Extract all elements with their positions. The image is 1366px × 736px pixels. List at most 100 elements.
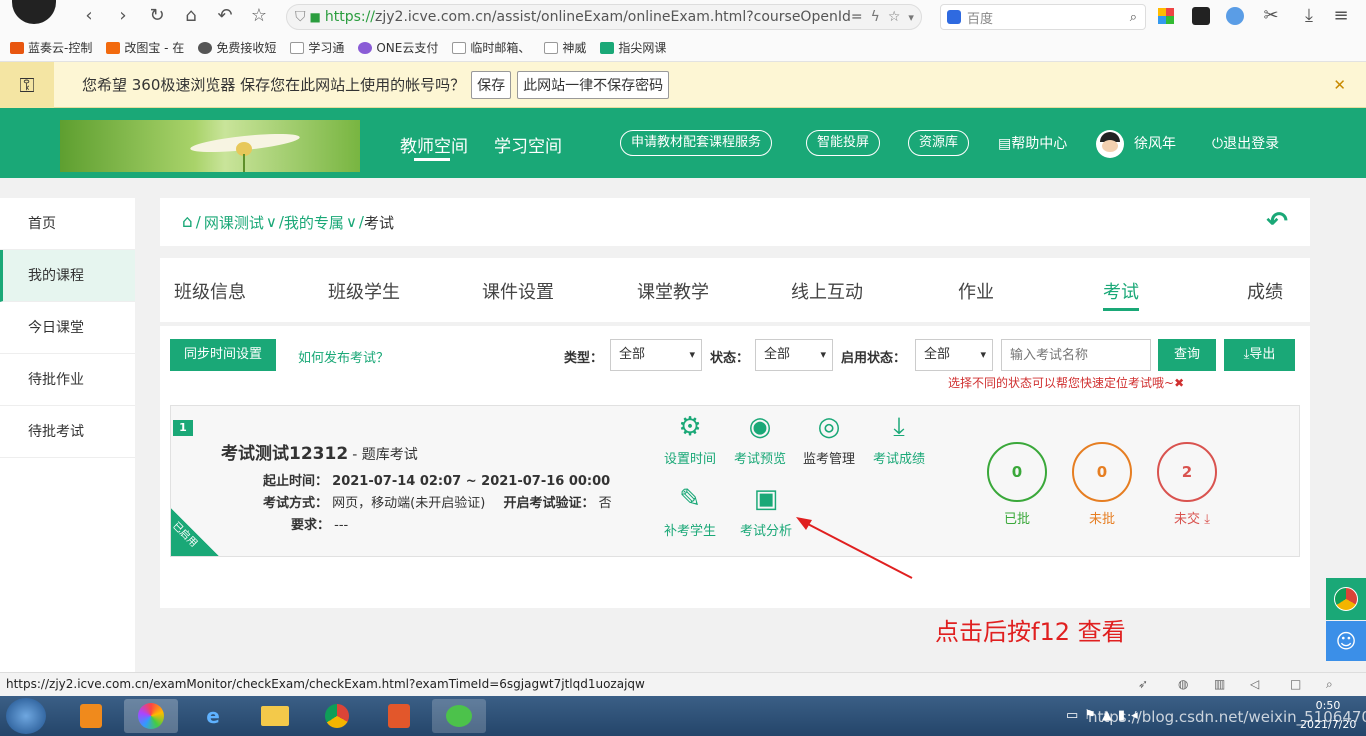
chrome-icon[interactable]	[310, 699, 364, 733]
menu-icon[interactable]: ≡	[1330, 5, 1352, 27]
chrome-float-icon[interactable]	[1326, 578, 1366, 620]
export-button[interactable]: ⤓导出	[1224, 339, 1295, 371]
sidebar-item-home[interactable]: 首页	[0, 198, 135, 250]
favorite-icon[interactable]: ☆	[888, 9, 901, 25]
chevron-down-icon[interactable]: ∨	[346, 213, 357, 231]
chat-float-icon[interactable]: ☺	[1326, 621, 1366, 661]
tab-exam[interactable]: 考试	[1103, 278, 1139, 304]
exam-name-search-input[interactable]	[1001, 339, 1151, 371]
nav-study-space[interactable]: 学习空间	[494, 132, 562, 157]
back-icon[interactable]: ‹	[78, 5, 100, 27]
help-center-link[interactable]: ▤帮助中心	[998, 133, 1067, 153]
bookmark-item[interactable]: ONE云支付	[358, 39, 438, 56]
nav-teacher-space[interactable]: 教师空间	[400, 132, 468, 157]
media-player-icon[interactable]	[64, 699, 118, 733]
status-select[interactable]: 全部	[755, 339, 833, 371]
wechat-icon[interactable]	[432, 699, 486, 733]
browser-toolbar: ‹ › ↻ ⌂ ↶ ☆ ⛉ ■ https:// zjy2.icve.com.c…	[0, 0, 1366, 34]
close-icon[interactable]: ✖	[1174, 376, 1184, 390]
ungraded-count[interactable]: 0	[1072, 442, 1132, 502]
reload-icon[interactable]: ↻	[146, 5, 168, 27]
tab-class-info[interactable]: 班级信息	[174, 278, 246, 304]
sidebar-item-pending-homework[interactable]: 待批作业	[0, 354, 135, 406]
magnifier-icon[interactable]: ⌕	[1130, 10, 1137, 25]
star-icon[interactable]: ☆	[248, 5, 270, 27]
tab-homework[interactable]: 作业	[958, 278, 994, 304]
zoom-icon[interactable]: ⌕	[1326, 673, 1333, 695]
breadcrumb-item-exclusive[interactable]: 我的专属	[284, 212, 344, 233]
bookmark-item[interactable]: 学习通	[290, 39, 344, 56]
save-password-button[interactable]: 保存	[471, 70, 512, 99]
cleaner-icon[interactable]: ◍	[1178, 673, 1188, 695]
set-time-button[interactable]: ⚙ 设置时间	[655, 410, 725, 467]
makeup-students-button[interactable]: ✎ 补考学生	[655, 482, 725, 539]
resource-library-button[interactable]: 资源库	[908, 130, 970, 156]
address-bar[interactable]: ⛉ ■ https:// zjy2.icve.com.cn/assist/onl…	[286, 4, 922, 30]
user-name[interactable]: 徐风年	[1134, 133, 1176, 153]
extension-icon[interactable]	[1192, 7, 1210, 25]
enable-status-select[interactable]: 全部	[915, 339, 993, 371]
download-icon[interactable]: ⤓	[1200, 512, 1210, 527]
sidebar-item-my-courses[interactable]: 我的课程	[0, 250, 135, 302]
proctor-management-button[interactable]: ◎ 监考管理	[794, 410, 864, 467]
query-button[interactable]: 查询	[1158, 339, 1216, 371]
apps-icon[interactable]	[1158, 8, 1174, 24]
sidebar-item-today-class[interactable]: 今日课堂	[0, 302, 135, 354]
never-save-button[interactable]: 此网站一律不保存密码	[517, 70, 670, 99]
trash-icon[interactable]: ▥	[1214, 673, 1225, 695]
tab-grades[interactable]: 成绩	[1247, 278, 1283, 304]
type-select[interactable]: 全部	[610, 339, 702, 371]
download-icon[interactable]: ⤓	[1298, 5, 1320, 27]
avatar[interactable]	[1096, 130, 1124, 158]
exam-mode-row: 考试方式： 网页，移动端(未开启验证) 开启考试验证： 否	[263, 492, 612, 511]
minus-icon[interactable]	[1226, 7, 1244, 25]
browser-360-icon[interactable]	[124, 699, 178, 733]
bookmark-item[interactable]: 指尖网课	[600, 39, 666, 56]
sidebar-item-pending-exams[interactable]: 待批考试	[0, 406, 135, 458]
logout-link[interactable]: ⏻退出登录	[1212, 133, 1279, 153]
chevron-down-icon[interactable]: ∨	[266, 213, 277, 231]
annotation-arrow	[796, 517, 913, 579]
powerpoint-icon[interactable]	[372, 699, 426, 733]
tab-classroom[interactable]: 课堂教学	[637, 278, 709, 304]
browser-avatar[interactable]	[12, 0, 56, 24]
exam-scores-button[interactable]: ⤓ 考试成绩	[864, 410, 934, 467]
sync-time-button[interactable]: 同步时间设置	[170, 339, 277, 371]
ie-icon[interactable]: e	[186, 699, 240, 733]
home-icon[interactable]: ⌂	[180, 5, 202, 27]
start-button[interactable]	[6, 698, 46, 734]
rocket-icon[interactable]: ➶	[1138, 673, 1148, 695]
bookmark-item[interactable]: 临时邮箱、	[452, 39, 530, 56]
undo-close-icon[interactable]: ↶	[214, 5, 236, 27]
breadcrumb-item-course[interactable]: 网课测试	[204, 212, 264, 233]
sidebar: 首页 我的课程 今日课堂 待批作业 待批考试	[0, 198, 135, 678]
graded-count[interactable]: 0	[987, 442, 1047, 502]
scissors-icon[interactable]: ✂	[1260, 5, 1282, 27]
close-icon[interactable]: ✕	[1333, 76, 1346, 94]
save-password-message: 您希望 360极速浏览器 保存您在此网站上使用的帐号吗？	[82, 76, 466, 94]
window-icon[interactable]: □	[1290, 673, 1301, 695]
unsubmitted-count[interactable]: 2	[1157, 442, 1217, 502]
tab-class-students[interactable]: 班级学生	[328, 278, 400, 304]
exam-preview-button[interactable]: ◉ 考试预览	[725, 410, 795, 467]
tab-online-interaction[interactable]: 线上互动	[791, 278, 863, 304]
bookmark-item[interactable]: 神威	[544, 39, 586, 56]
exam-title[interactable]: 考试测试12312	[221, 444, 348, 464]
how-to-publish-link[interactable]: 如何发布考试？	[298, 347, 389, 366]
back-arrow-icon[interactable]: ↶	[1266, 207, 1288, 237]
bookmark-item[interactable]: 免费接收短	[198, 39, 276, 56]
url-dropdown-icon[interactable]: ▾	[908, 11, 914, 24]
forward-icon[interactable]: ›	[112, 5, 134, 27]
bolt-icon[interactable]: ϟ	[871, 9, 880, 25]
tab-courseware[interactable]: 课件设置	[482, 278, 554, 304]
smart-cast-button[interactable]: 智能投屏	[806, 130, 881, 156]
key-icon: ⚿	[0, 61, 54, 108]
volume-icon[interactable]: ◁	[1250, 673, 1259, 695]
nav-active-underline	[414, 158, 450, 161]
bookmark-item[interactable]: 改图宝 - 在	[106, 39, 184, 56]
home-icon[interactable]: ⌂	[182, 212, 193, 232]
apply-service-button[interactable]: 申请教材配套课程服务	[620, 130, 773, 156]
search-box[interactable]: 百度 ⌕	[940, 4, 1146, 30]
bookmark-item[interactable]: 蓝奏云-控制	[10, 39, 92, 56]
folder-icon[interactable]	[248, 699, 302, 733]
